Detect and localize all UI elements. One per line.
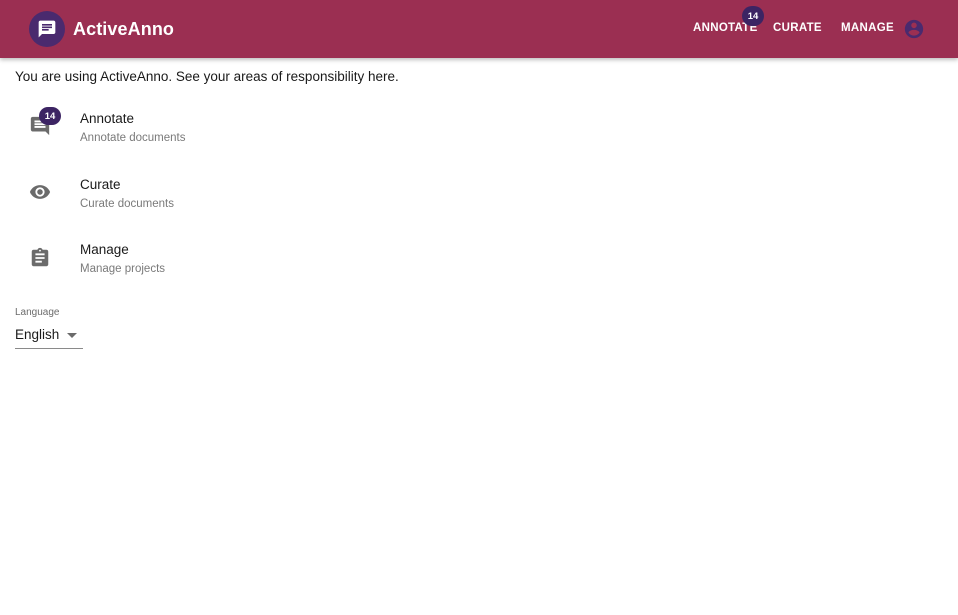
list-item-title: Manage <box>80 242 129 257</box>
chat-bubble-icon <box>29 11 65 47</box>
list-item-annotate[interactable]: 14 Annotate Annotate documents <box>0 102 400 158</box>
account-circle-icon[interactable] <box>903 18 925 40</box>
app-bar: ActiveAnno ANNOTATE 14 CURATE MANAGE <box>0 0 958 58</box>
nav-curate-button[interactable]: CURATE <box>773 22 822 34</box>
list-item-curate[interactable]: Curate Curate documents <box>0 168 400 224</box>
annotate-count-badge: 14 <box>742 6 764 26</box>
clipboard-icon <box>31 247 49 267</box>
list-item-subtitle: Curate documents <box>80 198 174 210</box>
list-item-subtitle: Annotate documents <box>80 132 186 144</box>
language-value: English <box>15 327 60 342</box>
brand[interactable]: ActiveAnno <box>29 11 174 47</box>
eye-icon <box>29 185 51 199</box>
list-item-manage[interactable]: Manage Manage projects <box>0 234 400 290</box>
caret-down-icon <box>67 333 77 338</box>
language-label: Language <box>15 307 60 318</box>
brand-name: ActiveAnno <box>73 18 175 39</box>
annotate-item-badge: 14 <box>39 107 61 125</box>
list-item-title: Curate <box>80 177 121 192</box>
list-item-title: Annotate <box>80 111 135 126</box>
intro-text: You are using ActiveAnno. See your areas… <box>15 69 399 84</box>
nav-manage-button[interactable]: MANAGE <box>841 22 894 34</box>
list-item-subtitle: Manage projects <box>80 263 166 275</box>
language-select[interactable]: English <box>15 325 83 349</box>
